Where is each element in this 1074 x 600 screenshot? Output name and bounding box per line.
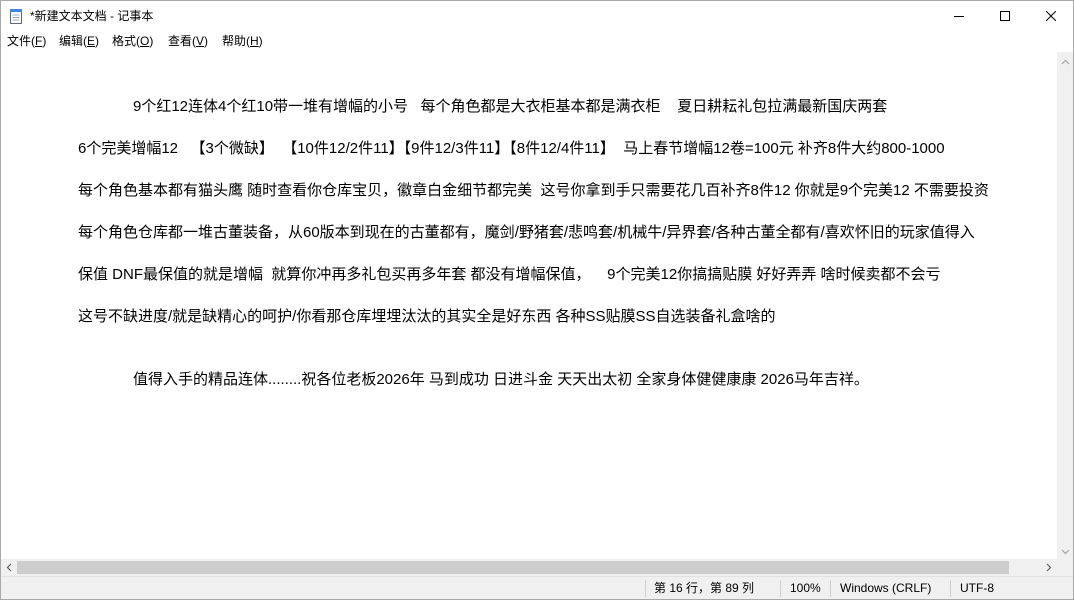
status-separator: [830, 580, 831, 597]
status-separator: [950, 580, 951, 597]
menu-accelerator-key: O: [140, 34, 150, 48]
text-line[interactable]: 6个完美增幅12 【3个微缺】 【10件12/2件11】【9件12/3件11】【…: [0, 138, 1057, 159]
zoom-level: 100%: [790, 581, 821, 595]
chevron-left-icon: [6, 559, 12, 577]
maximize-icon: [1000, 10, 1010, 21]
menu-format[interactable]: 格式(O): [112, 31, 153, 52]
text-line[interactable]: 每个角色基本都有猫头鹰 随时查看你仓库宝贝，徽章白金细节都完美 这号你拿到手只需…: [0, 180, 1057, 201]
text-line[interactable]: 保值 DNF最保值的就是增幅 就算你冲再多礼包买再多年套 都没有增幅保值， 9个…: [0, 264, 1057, 285]
horizontal-scroll-thumb[interactable]: [17, 561, 1010, 574]
maximize-button[interactable]: [982, 0, 1028, 31]
scroll-right-button[interactable]: [1040, 559, 1057, 576]
title-bar[interactable]: *新建文本文档 - 记事本: [0, 0, 1074, 31]
menu-accelerator-key: H: [250, 34, 259, 48]
menu-help[interactable]: 帮助(H): [222, 31, 263, 52]
scroll-up-button[interactable]: [1057, 52, 1074, 69]
menu-accelerator-key: F: [35, 34, 43, 48]
text-line[interactable]: [0, 285, 1057, 306]
line-ending: Windows (CRLF): [840, 581, 932, 595]
text-line[interactable]: [0, 327, 1057, 348]
cursor-position: 第 16 行，第 89 列: [654, 581, 755, 595]
menu-file[interactable]: 文件(F): [7, 31, 46, 52]
menu-view[interactable]: 查看(V): [168, 31, 208, 52]
minimize-icon: [954, 11, 964, 21]
text-line[interactable]: [0, 54, 1057, 75]
scroll-down-button[interactable]: [1057, 542, 1074, 559]
text-line[interactable]: 每个角色仓库都一堆古董装备，从60版本到现在的古董都有，魔剑/野猪套/悲鸣套/机…: [0, 222, 1057, 243]
text-line[interactable]: [0, 243, 1057, 264]
text-line[interactable]: [0, 348, 1057, 369]
text-line[interactable]: [0, 159, 1057, 180]
menu-bar: 文件(F) 编辑(E) 格式(O) 查看(V) 帮助(H): [0, 31, 1074, 52]
status-bar: 第 16 行，第 89 列 100% Windows (CRLF) UTF-8: [0, 576, 1074, 600]
horizontal-scrollbar[interactable]: [0, 559, 1057, 576]
chevron-up-icon: [1061, 52, 1070, 70]
close-button[interactable]: [1028, 0, 1074, 31]
vertical-scrollbar[interactable]: [1057, 52, 1074, 559]
window-title: *新建文本文档 - 记事本: [30, 9, 154, 23]
chevron-down-icon: [1061, 542, 1070, 560]
chevron-right-icon: [1046, 559, 1052, 577]
text-line[interactable]: [0, 75, 1057, 96]
encoding: UTF-8: [960, 581, 994, 595]
notepad-icon[interactable]: [8, 8, 24, 24]
scroll-left-button[interactable]: [0, 559, 17, 576]
minimize-button[interactable]: [936, 0, 982, 31]
menu-accelerator-key: V: [196, 34, 205, 48]
text-line[interactable]: [0, 201, 1057, 222]
notepad-window: *新建文本文档 - 记事本 文件(F) 编辑(E) 格式(O) 查看(V) 帮助…: [0, 0, 1074, 600]
horizontal-scroll-track[interactable]: [17, 559, 1040, 576]
text-line[interactable]: 这号不缺进度/就是缺精心的呵护/你看那仓库埋埋汰汰的其实全是好东西 各种SS贴膜…: [0, 306, 1057, 327]
text-line[interactable]: 值得入手的精品连体........祝各位老板2026年 马到成功 日进斗金 天天…: [0, 369, 1057, 390]
text-line[interactable]: 9个红12连体4个红10带一堆有增幅的小号 每个角色都是大衣柜基本都是满衣柜 夏…: [0, 96, 1057, 117]
text-line[interactable]: [0, 117, 1057, 138]
status-separator: [645, 580, 646, 597]
text-lines: 9个红12连体4个红10带一堆有增幅的小号 每个角色都是大衣柜基本都是满衣柜 夏…: [0, 52, 1057, 390]
vertical-scroll-track[interactable]: [1057, 69, 1074, 542]
text-editor[interactable]: 9个红12连体4个红10带一堆有增幅的小号 每个角色都是大衣柜基本都是满衣柜 夏…: [0, 52, 1057, 559]
status-separator: [780, 580, 781, 597]
menu-edit[interactable]: 编辑(E): [59, 31, 99, 52]
close-icon: [1046, 10, 1056, 21]
scrollbar-corner: [1057, 559, 1074, 576]
menu-accelerator-key: E: [87, 34, 96, 48]
